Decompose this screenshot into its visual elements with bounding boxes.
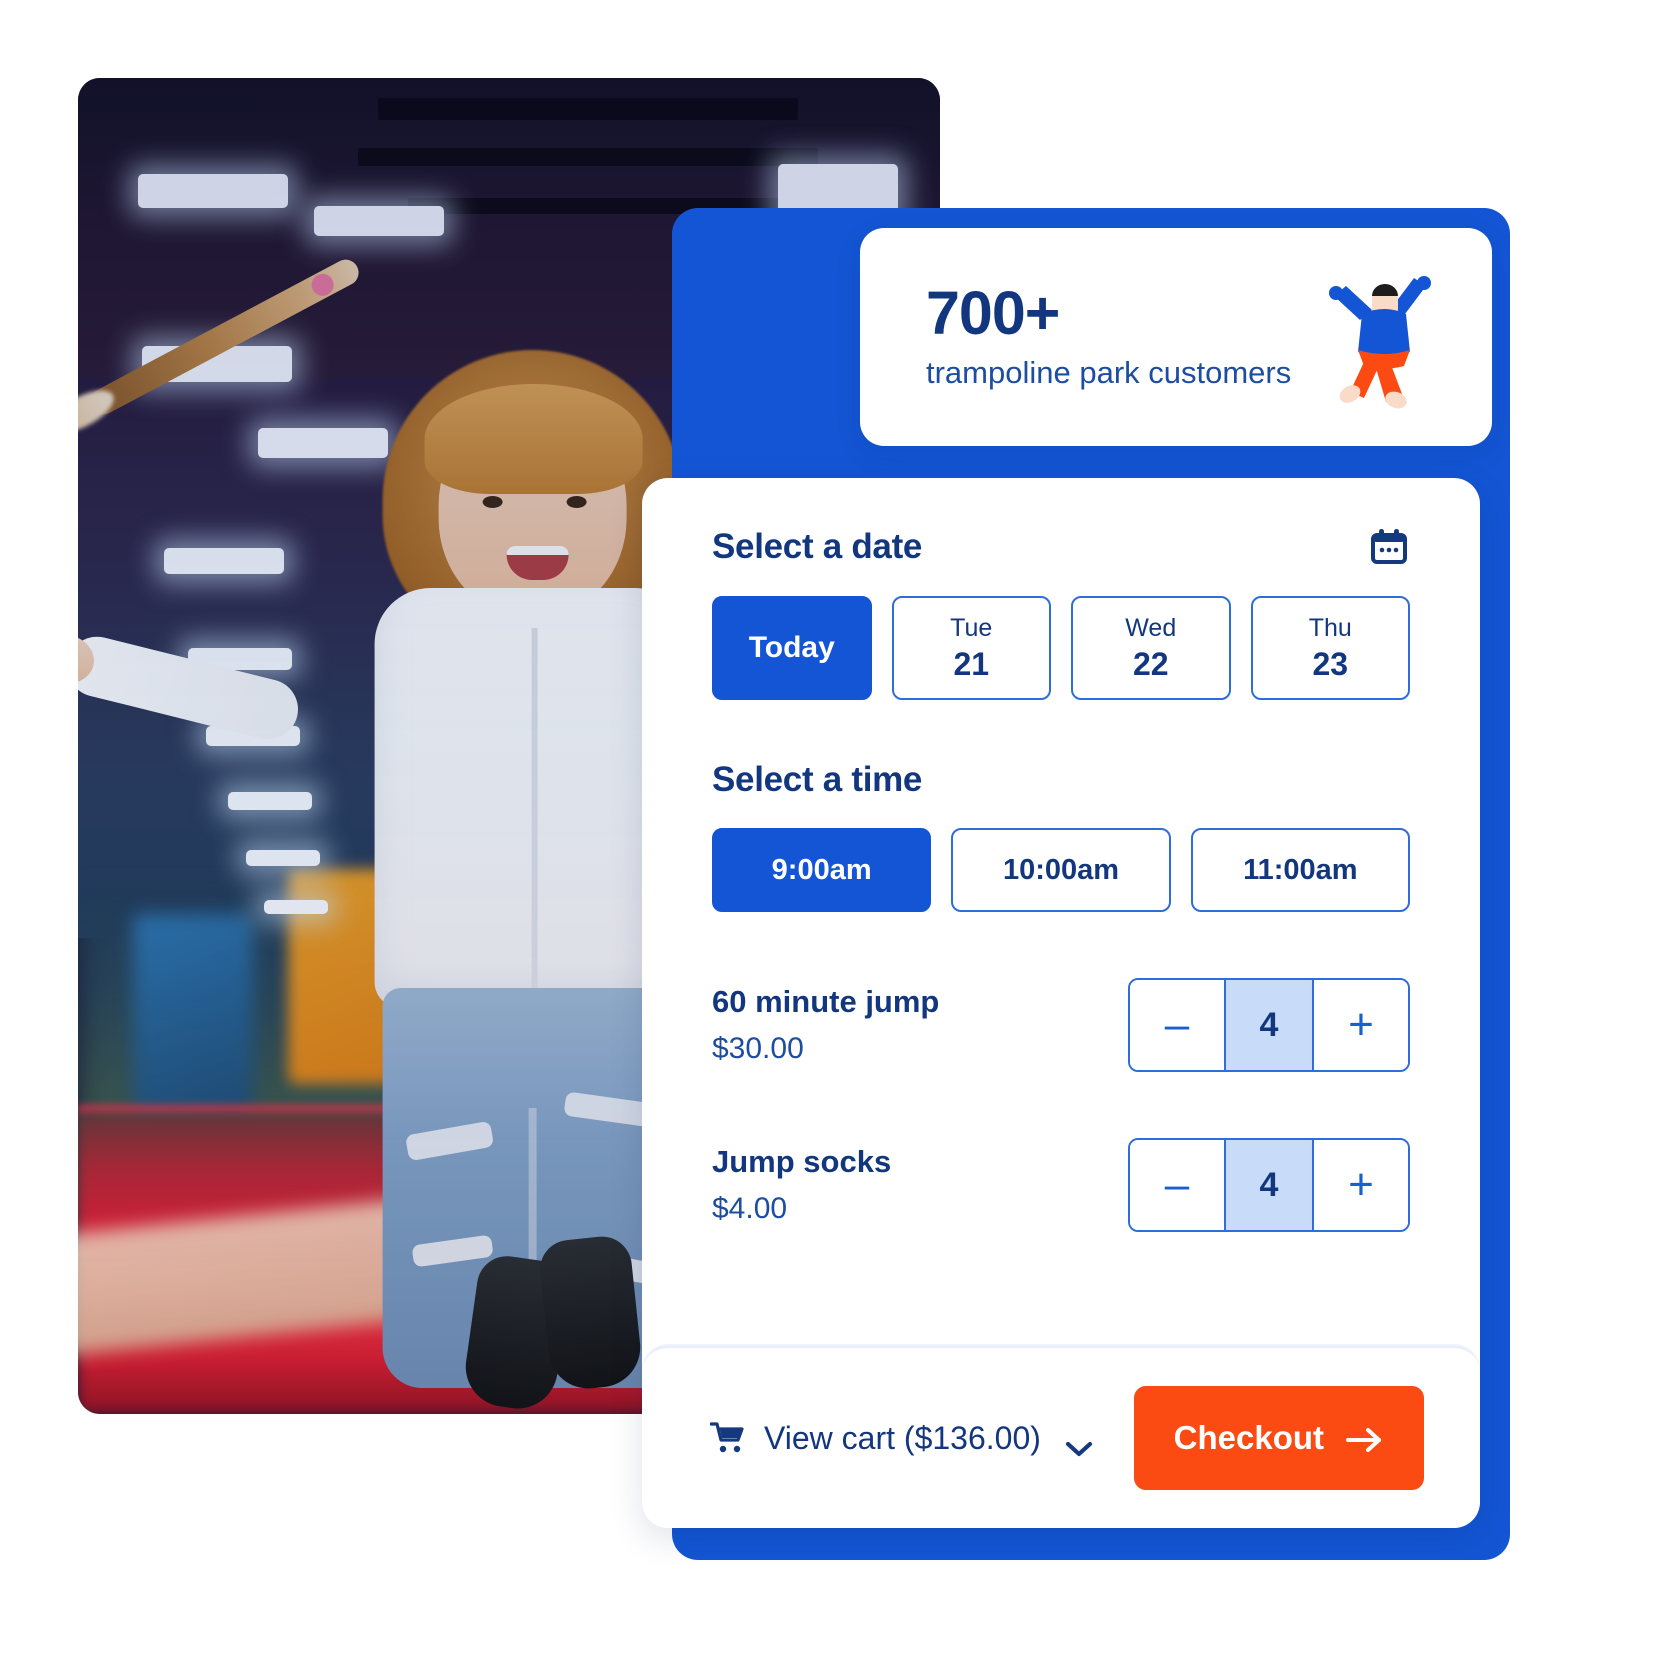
product-name: Jump socks <box>712 1144 892 1179</box>
date-chip-dow: Thu <box>1308 613 1352 642</box>
date-chip-today[interactable]: Today <box>712 596 872 700</box>
calendar-icon[interactable] <box>1368 526 1410 568</box>
date-chip-wed[interactable]: Wed 22 <box>1071 596 1231 700</box>
date-chip-day: 21 <box>953 645 990 682</box>
checkout-label: Checkout <box>1173 1419 1324 1456</box>
quantity-stepper: – 4 + <box>1128 1138 1410 1232</box>
stat-text: 700+ trampoline park customers <box>926 283 1291 390</box>
view-cart-label: View cart ($136.00) <box>764 1419 1041 1456</box>
date-chip-day: 22 <box>1132 645 1169 682</box>
date-chip-day: 23 <box>1312 645 1349 682</box>
increment-button[interactable]: + <box>1314 1140 1408 1230</box>
select-a-date-title: Select a date <box>712 527 923 566</box>
date-chip-dow: Wed <box>1125 613 1177 642</box>
date-chip-row: Today Tue 21 Wed 22 Thu 23 <box>712 596 1410 700</box>
product-name: 60 minute jump <box>712 984 940 1019</box>
time-section: Select a time 9:00am 10:00am 11:00am <box>712 760 1410 912</box>
product-row: 60 minute jump $30.00 – 4 + <box>712 978 1410 1072</box>
time-chip-9am[interactable]: 9:00am <box>712 828 932 912</box>
date-chip-dow: Tue <box>950 613 993 642</box>
screenshot-root: 700+ trampoline park customers Select a … <box>0 0 1664 1664</box>
time-chip-10am[interactable]: 10:00am <box>951 828 1171 912</box>
decrement-button[interactable]: – <box>1130 1140 1224 1230</box>
chevron-down-icon[interactable] <box>1065 1429 1093 1457</box>
decrement-button[interactable]: – <box>1130 980 1224 1070</box>
stat-label: trampoline park customers <box>926 355 1292 391</box>
product-price: $4.00 <box>712 1192 788 1225</box>
date-chip-tue[interactable]: Tue 21 <box>891 596 1051 700</box>
quantity-stepper: – 4 + <box>1128 978 1410 1072</box>
time-section-header: Select a time <box>712 760 1410 800</box>
booking-card: Select a date Today Tue 21 Wed 22 Thu 23… <box>642 478 1480 1528</box>
product-info: Jump socks $4.00 <box>712 1144 891 1226</box>
view-cart-button[interactable]: View cart ($136.00) <box>709 1419 1093 1457</box>
stat-card: 700+ trampoline park customers <box>860 228 1492 446</box>
quantity-value[interactable]: 4 <box>1224 980 1314 1070</box>
checkout-button[interactable]: Checkout <box>1133 1386 1424 1490</box>
quantity-value[interactable]: 4 <box>1224 1140 1314 1230</box>
select-a-time-title: Select a time <box>712 760 923 799</box>
stat-number: 700+ <box>926 279 1060 348</box>
shopping-cart-icon <box>709 1421 746 1455</box>
date-section-header: Select a date <box>712 526 1410 568</box>
product-row: Jump socks $4.00 – 4 + <box>712 1138 1410 1232</box>
arrow-right-icon <box>1346 1424 1384 1452</box>
date-chip-label: Today <box>748 631 835 664</box>
jumping-person-illustration <box>1298 264 1446 410</box>
time-chip-11am[interactable]: 11:00am <box>1190 828 1410 912</box>
time-chip-row: 9:00am 10:00am 11:00am <box>712 828 1410 912</box>
increment-button[interactable]: + <box>1314 980 1408 1070</box>
date-chip-thu[interactable]: Thu 23 <box>1250 596 1410 700</box>
product-info: 60 minute jump $30.00 <box>712 984 939 1066</box>
booking-body: Select a date Today Tue 21 Wed 22 Thu 23… <box>642 478 1480 1232</box>
booking-footer: View cart ($136.00) Checkout <box>642 1346 1480 1528</box>
product-price: $30.00 <box>712 1032 804 1065</box>
